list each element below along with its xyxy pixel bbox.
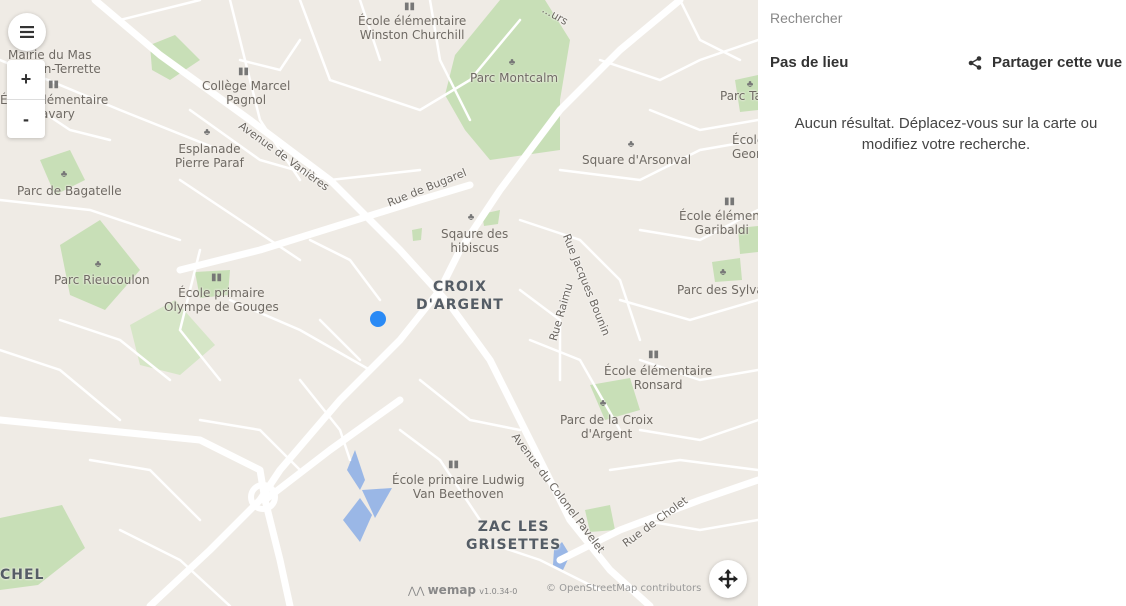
zoom-out-button[interactable]: - xyxy=(7,100,45,139)
label-parc-sylvains: Parc des Sylvai xyxy=(677,283,758,297)
share-view-label: Partager cette vue xyxy=(992,54,1123,71)
park-icon: ♣ xyxy=(203,127,211,138)
wemap-version: v1.0.34-0 xyxy=(479,587,518,596)
label-ecole-winston: École élémentaire Winston Churchill xyxy=(358,14,467,42)
park-icon: ♣ xyxy=(719,267,727,278)
school-icon: ▮▮ xyxy=(238,66,250,77)
school-icon: ▮▮ xyxy=(404,1,416,12)
label-ecole-beethoven: École primaire Ludwig Van Beethoven xyxy=(392,473,525,501)
label-square-hibiscus: Sqaure des hibiscus xyxy=(441,227,509,255)
zoom-in-button[interactable]: + xyxy=(7,60,45,100)
label-ecole-ronsard: École élémentaire Ronsard xyxy=(604,364,713,392)
label-college-pagnol: Collège Marcel Pagnol xyxy=(202,79,291,107)
label-parc-ta: Parc Ta xyxy=(720,89,758,103)
zoom-control: + - xyxy=(7,60,45,138)
school-icon: ▮▮ xyxy=(448,459,460,470)
map-view[interactable]: Avenue de Vanières Rue de Bugarel Rue Ja… xyxy=(0,0,758,606)
label-parc-bagatelle: Parc de Bagatelle xyxy=(17,184,122,198)
label-esplanade: Esplanade Pierre Paraf xyxy=(175,142,244,170)
label-ecole-garibaldi: École élément Garibaldi xyxy=(679,209,758,237)
no-place-label: Pas de lieu xyxy=(770,54,849,71)
label-ecole-olympe: École primaire Olympe de Gouges xyxy=(164,286,279,314)
share-view-button[interactable]: Partager cette vue xyxy=(968,54,1122,71)
park-icon: ♣ xyxy=(627,139,635,150)
park-icon: ♣ xyxy=(94,259,102,270)
school-icon: ▮▮ xyxy=(211,272,223,283)
label-parc-rieucoulon: Parc Rieucoulon xyxy=(54,273,150,287)
osm-attribution[interactable]: © OpenStreetMap contributors xyxy=(546,583,701,594)
park-icon: ♣ xyxy=(60,169,68,180)
geolocate-button[interactable] xyxy=(709,560,747,598)
crosshair-arrows-icon xyxy=(718,569,738,589)
wemap-brand: wemap xyxy=(427,583,477,597)
label-parc-croix: Parc de la Croix d'Argent xyxy=(560,413,654,441)
search-input[interactable] xyxy=(768,9,1112,27)
no-result-message: Aucun résultat. Déplacez-vous sur la car… xyxy=(794,115,1098,153)
label-parc-montcalm: Parc Montcalm xyxy=(470,71,559,85)
wemap-logo-icon: ⋀⋀ xyxy=(408,586,425,597)
user-location-marker xyxy=(370,311,386,327)
label-croix-argent: CROIX D'ARGENT xyxy=(416,279,504,313)
share-icon xyxy=(968,55,982,70)
menu-button[interactable] xyxy=(8,13,46,51)
label-zac-grisettes: ZAC LES GRISETTES xyxy=(466,519,562,553)
label-ecole-georges: École Geor xyxy=(732,133,758,161)
park-icon: ♣ xyxy=(599,398,607,409)
park-icon: ♣ xyxy=(508,57,516,68)
hamburger-icon xyxy=(20,26,34,38)
park-icon: ♣ xyxy=(467,212,475,223)
label-square-arsonval: Square d'Arsonval xyxy=(582,153,692,167)
map-basemap xyxy=(0,0,758,606)
label-chel: CHEL xyxy=(0,567,45,583)
school-icon: ▮▮ xyxy=(648,349,660,360)
school-icon: ▮▮ xyxy=(48,79,60,90)
school-icon: ▮▮ xyxy=(724,196,736,207)
side-panel: Pas de lieu Partager cette vue Aucun rés… xyxy=(758,0,1126,606)
wemap-attribution[interactable]: ⋀⋀ wemap v1.0.34-0 xyxy=(408,583,517,597)
